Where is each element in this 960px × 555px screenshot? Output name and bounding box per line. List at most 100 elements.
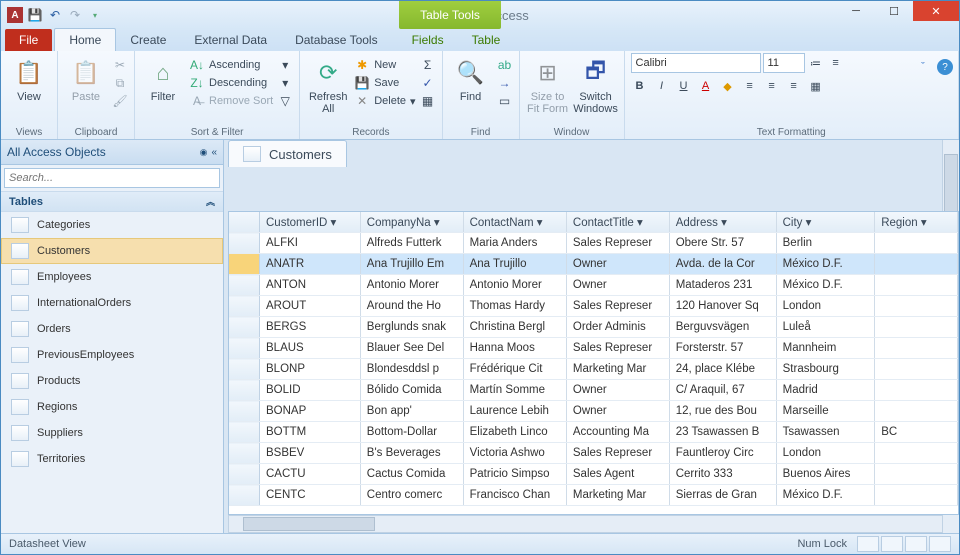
cell[interactable]: Martín Somme	[463, 380, 566, 401]
nav-item-internationalorders[interactable]: InternationalOrders	[1, 290, 223, 316]
align-left-button[interactable]: ≡	[741, 77, 759, 95]
cell[interactable]: 23 Tsawassen B	[669, 422, 776, 443]
cell[interactable]: AROUT	[260, 296, 361, 317]
totals-button[interactable]: Σ	[420, 57, 436, 73]
tab-database-tools[interactable]: Database Tools	[281, 29, 392, 51]
delete-record-button[interactable]: ✕Delete ▾	[354, 93, 415, 109]
format-painter-button[interactable]: 🖌	[112, 93, 128, 109]
tab-external-data[interactable]: External Data	[180, 29, 281, 51]
cell[interactable]	[875, 464, 958, 485]
column-header[interactable]: Address ▾	[669, 212, 776, 233]
cell[interactable]: 120 Hanover Sq	[669, 296, 776, 317]
cell[interactable]: Bottom-Dollar	[360, 422, 463, 443]
undo-icon[interactable]: ↶	[47, 7, 63, 23]
cell[interactable]: Patricio Simpso	[463, 464, 566, 485]
size-to-fit-button[interactable]: ⊞ Size to Fit Form	[526, 53, 570, 115]
cell[interactable]: Owner	[566, 401, 669, 422]
cell[interactable]: Christina Bergl	[463, 317, 566, 338]
font-size-combo[interactable]: 11	[763, 53, 805, 73]
cell[interactable]: Berguvsvägen	[669, 317, 776, 338]
cell[interactable]: Alfreds Futterk	[360, 233, 463, 254]
cell[interactable]: Mataderos 231	[669, 275, 776, 296]
table-row[interactable]: ANTONAntonio MorerAntonio MorerOwnerMata…	[229, 275, 958, 296]
replace-button[interactable]: ab	[497, 57, 513, 73]
gridlines-button[interactable]: ▦	[807, 77, 825, 95]
bold-button[interactable]: B	[631, 77, 649, 95]
row-selector[interactable]	[229, 296, 260, 317]
align-center-button[interactable]: ≡	[763, 77, 781, 95]
save-record-button[interactable]: 💾Save	[354, 75, 415, 91]
nav-item-customers[interactable]: Customers	[1, 238, 223, 264]
cell[interactable]: Marketing Mar	[566, 485, 669, 506]
cell[interactable]	[875, 443, 958, 464]
nav-header[interactable]: All Access Objects ◉«	[1, 140, 223, 165]
row-selector[interactable]	[229, 338, 260, 359]
column-header[interactable]: CustomerID ▾	[260, 212, 361, 233]
search-input[interactable]	[4, 168, 220, 188]
cell[interactable]: Sales Represer	[566, 233, 669, 254]
cut-button[interactable]: ✂	[112, 57, 128, 73]
redo-icon[interactable]: ↷	[67, 7, 83, 23]
column-header[interactable]: ContactTitle ▾	[566, 212, 669, 233]
cell[interactable]: Blauer See Del	[360, 338, 463, 359]
cell[interactable]	[875, 296, 958, 317]
cell[interactable]: ANTON	[260, 275, 361, 296]
tab-file[interactable]: File	[5, 29, 52, 51]
hscroll-thumb[interactable]	[243, 517, 375, 531]
view-design-icon[interactable]	[881, 536, 903, 552]
cell[interactable]: London	[776, 296, 875, 317]
cell[interactable]: 24, place Klébe	[669, 359, 776, 380]
cell[interactable]: Mannheim	[776, 338, 875, 359]
cell[interactable]	[875, 359, 958, 380]
font-name-combo[interactable]: Calibri	[631, 53, 761, 73]
fill-color-button[interactable]: ◆	[719, 77, 737, 95]
cell[interactable]: Blondesddsl p	[360, 359, 463, 380]
cell[interactable]: BOLID	[260, 380, 361, 401]
cell[interactable]: Owner	[566, 254, 669, 275]
cell[interactable]: Avda. de la Cor	[669, 254, 776, 275]
cell[interactable]	[875, 485, 958, 506]
table-row[interactable]: CENTCCentro comercFrancisco ChanMarketin…	[229, 485, 958, 506]
cell[interactable]: Laurence Lebih	[463, 401, 566, 422]
cell[interactable]: ALFKI	[260, 233, 361, 254]
view-pivot-icon[interactable]	[905, 536, 927, 552]
table-row[interactable]: BERGSBerglunds snakChristina BerglOrder …	[229, 317, 958, 338]
object-tab-customers[interactable]: Customers	[228, 140, 347, 167]
cell[interactable]: Berlin	[776, 233, 875, 254]
cell[interactable]: Luleå	[776, 317, 875, 338]
cell[interactable]: Sales Represer	[566, 296, 669, 317]
italic-button[interactable]: I	[653, 77, 671, 95]
switch-windows-button[interactable]: 🗗 Switch Windows	[574, 53, 618, 115]
nav-item-orders[interactable]: Orders	[1, 316, 223, 342]
table-row[interactable]: BOLIDBólido ComidaMartín SommeOwnerC/ Ar…	[229, 380, 958, 401]
cell[interactable]	[875, 401, 958, 422]
row-selector[interactable]	[229, 275, 260, 296]
cell[interactable]: Accounting Ma	[566, 422, 669, 443]
tab-home[interactable]: Home	[54, 28, 116, 51]
horizontal-scrollbar[interactable]	[228, 515, 943, 533]
cell[interactable]	[875, 275, 958, 296]
more-records-button[interactable]: ▦	[420, 93, 436, 109]
cell[interactable]: Cerrito 333	[669, 464, 776, 485]
help-icon[interactable]: ?	[937, 59, 953, 75]
cell[interactable]: Owner	[566, 275, 669, 296]
cell[interactable]: Owner	[566, 380, 669, 401]
new-record-button[interactable]: ✱New	[354, 57, 415, 73]
cell[interactable]: Cactus Comida	[360, 464, 463, 485]
nav-item-previousemployees[interactable]: PreviousEmployees	[1, 342, 223, 368]
datasheet-grid[interactable]: CustomerID ▾CompanyNa ▾ContactNam ▾Conta…	[228, 211, 959, 515]
cell[interactable]: Obere Str. 57	[669, 233, 776, 254]
cell[interactable]: BOTTM	[260, 422, 361, 443]
table-row[interactable]: BONAPBon app'Laurence LebihOwner12, rue …	[229, 401, 958, 422]
cell[interactable]: BONAP	[260, 401, 361, 422]
cell[interactable]: C/ Araquil, 67	[669, 380, 776, 401]
cell[interactable]: Francisco Chan	[463, 485, 566, 506]
cell[interactable]: Sales Represer	[566, 338, 669, 359]
cell[interactable]: CENTC	[260, 485, 361, 506]
nav-item-territories[interactable]: Territories	[1, 446, 223, 472]
cell[interactable]: London	[776, 443, 875, 464]
find-button[interactable]: 🔍 Find	[449, 53, 493, 103]
row-selector[interactable]	[229, 254, 260, 275]
nav-item-suppliers[interactable]: Suppliers	[1, 420, 223, 446]
goto-button[interactable]: →	[497, 75, 513, 91]
